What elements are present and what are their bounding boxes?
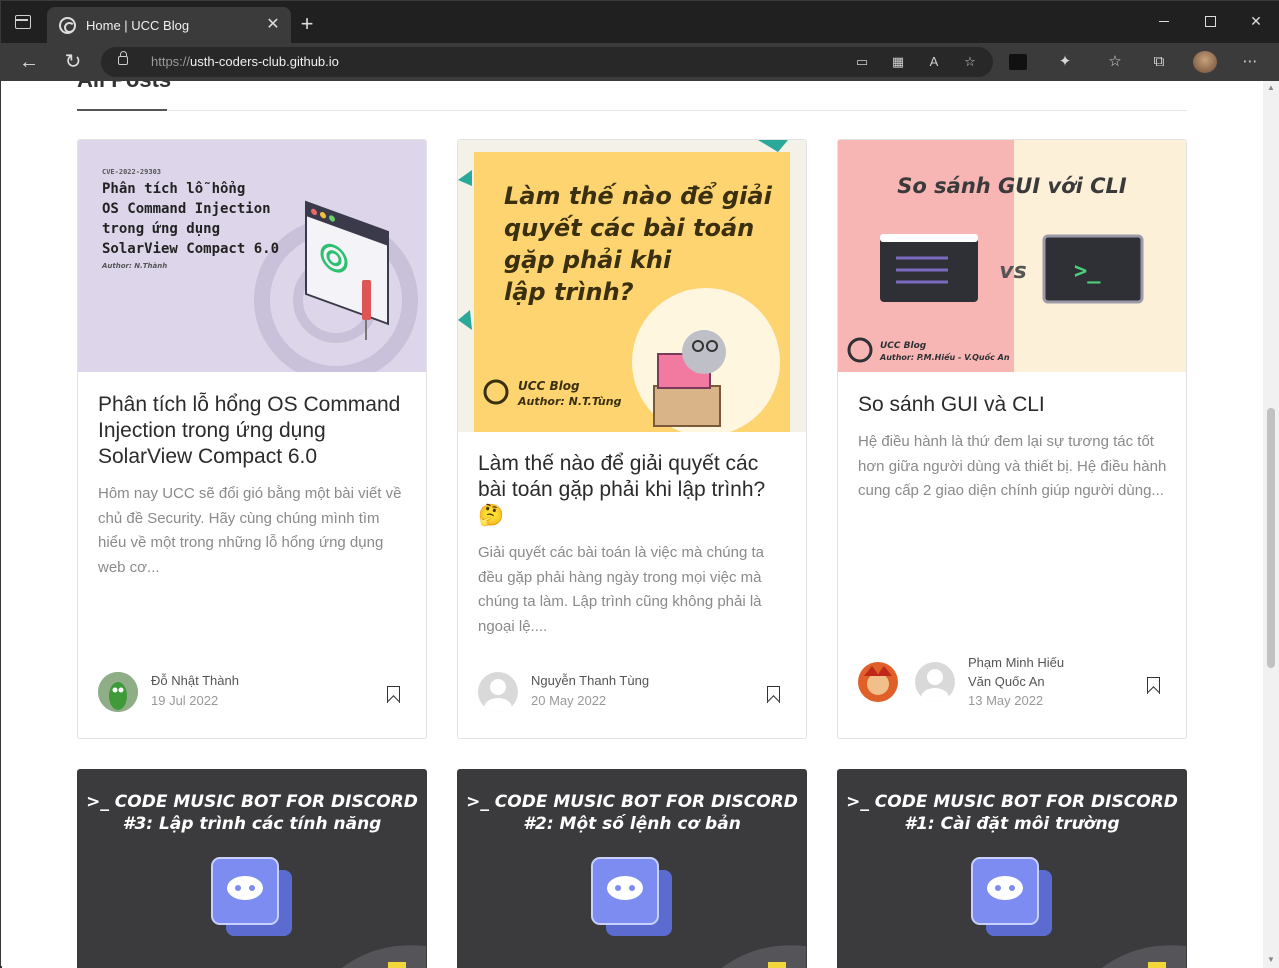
thumb-line: lập trình?	[504, 278, 634, 306]
thumb-heading: So sánh GUI với CLI	[897, 174, 1127, 198]
url-text[interactable]: https://usth-coders-club.github.io	[151, 54, 339, 69]
thumb-line: #3: Lập trình các tính năng	[122, 814, 382, 834]
post-title[interactable]: So sánh GUI và CLI	[858, 392, 1168, 418]
extension-icon[interactable]	[1009, 54, 1027, 70]
post-card[interactable]: Làm thế nào để giải quyết các bài toán g…	[457, 139, 807, 739]
post-card[interactable]: >_ CODE MUSIC BOT FOR DISCORD #1: Cài đặ…	[837, 769, 1187, 968]
post-thumbnail[interactable]: So sánh GUI với CLI vs >_ UCC Blog Autho…	[838, 140, 1186, 372]
author-avatar[interactable]	[915, 662, 955, 702]
thumb-author: Author: N.Thành	[101, 262, 167, 270]
maximize-button[interactable]	[1187, 9, 1233, 35]
page-scrollbar[interactable]: ▲ ▼	[1263, 81, 1279, 968]
discord-logo-icon	[591, 857, 806, 968]
bookmark-icon[interactable]	[767, 686, 780, 703]
thumb-brand: UCC Blog	[518, 379, 580, 393]
thumb-line: trong ứng dụng	[102, 221, 220, 237]
minimize-button[interactable]	[1141, 9, 1187, 35]
thumb-line: #1: Cài đặt môi trường	[904, 814, 1120, 834]
post-date: 13 May 2022	[968, 693, 1044, 708]
back-arrow-icon[interactable]: ←	[15, 49, 43, 75]
more-menu-icon[interactable]: ⋯	[1238, 51, 1262, 73]
extensions-puzzle-icon[interactable]: ✦	[1053, 51, 1077, 73]
refresh-icon[interactable]: ↻	[59, 49, 87, 75]
thumb-line: >_ CODE MUSIC BOT FOR DISCORD	[846, 792, 1178, 812]
author-name[interactable]: Đỗ Nhật Thành	[151, 673, 239, 688]
thumb-author: Author: N.T.Tùng	[517, 395, 622, 408]
lock-icon[interactable]	[118, 51, 128, 65]
scroll-up-icon[interactable]: ▲	[1267, 83, 1275, 92]
post-thumbnail[interactable]: CVE-2022-29303 Phân tích lỗ hổng OS Comm…	[78, 140, 426, 372]
bookmark-icon[interactable]	[1147, 677, 1160, 694]
tab-strip: Home | UCC Blog ✕ + ✕	[1, 1, 1279, 43]
scroll-down-icon[interactable]: ▼	[1267, 955, 1275, 964]
author-avatar[interactable]	[98, 672, 138, 712]
device-icon[interactable]: ▭	[853, 54, 871, 70]
post-excerpt: Hôm nay UCC sẽ đổi gió bằng một bài viết…	[98, 485, 402, 576]
collections-icon[interactable]: ⧉	[1147, 51, 1171, 73]
address-bar[interactable]: https://usth-coders-club.github.io ▭ ▦ A…	[101, 47, 993, 77]
add-favorite-icon[interactable]: ☆	[961, 54, 979, 70]
thumb-line: OS Command Injection	[102, 201, 271, 217]
discord-logo-icon	[211, 857, 426, 968]
thumb-line: Làm thế nào để giải	[504, 180, 773, 210]
thumb-cve: CVE-2022-29303	[102, 168, 161, 176]
thumb-line: quyết các bài toán	[504, 213, 754, 242]
thumb-line: >_ CODE MUSIC BOT FOR DISCORD	[86, 792, 418, 812]
thumb-vs: vs	[999, 259, 1026, 284]
author-avatar[interactable]	[858, 662, 898, 702]
close-window-button[interactable]: ✕	[1233, 9, 1279, 35]
post-excerpt: Hệ điều hành là thứ đem lại sự tương tác…	[858, 433, 1167, 499]
discord-logo-icon	[971, 857, 1186, 968]
tab-actions-icon[interactable]	[15, 15, 31, 29]
ucc-favicon-icon	[59, 17, 76, 34]
profile-avatar[interactable]	[1193, 51, 1217, 73]
author-avatar[interactable]	[478, 672, 518, 712]
apps-icon[interactable]: ▦	[889, 54, 907, 70]
author-name[interactable]: Nguyễn Thanh Tùng	[531, 673, 649, 688]
post-date: 20 May 2022	[531, 693, 607, 708]
post-excerpt: Giải quyết các bài toán là việc mà chúng…	[478, 544, 764, 635]
thumb-line: Phân tích lỗ hổng	[102, 181, 245, 197]
post-title[interactable]: Phân tích lỗ hổng OS Command Injection t…	[98, 392, 408, 470]
browser-toolbar: ← ↻ https://usth-coders-club.github.io ▭…	[1, 43, 1279, 81]
thumb-line: gặp phải khi	[504, 246, 672, 274]
thumb-line: >_ CODE MUSIC BOT FOR DISCORD	[466, 792, 798, 812]
thumb-prompt: >_	[1074, 259, 1101, 284]
author-name[interactable]: Phạm Minh Hiếu	[968, 655, 1064, 670]
section-title: All Posts	[77, 81, 171, 93]
read-aloud-icon[interactable]: A	[925, 54, 943, 70]
close-tab-icon[interactable]: ✕	[263, 15, 283, 35]
thumb-brand: UCC Blog	[880, 341, 927, 351]
thumb-line: SolarView Compact 6.0	[102, 241, 279, 257]
post-thumbnail[interactable]: Làm thế nào để giải quyết các bài toán g…	[458, 140, 806, 432]
scrollbar-thumb[interactable]	[1267, 408, 1275, 668]
tab-home[interactable]: Home | UCC Blog ✕	[47, 7, 291, 43]
section-divider-accent	[77, 109, 167, 111]
post-card[interactable]: So sánh GUI với CLI vs >_ UCC Blog Autho…	[837, 139, 1187, 739]
favorites-icon[interactable]: ☆	[1103, 51, 1127, 73]
author-name[interactable]: Văn Quốc An	[968, 674, 1045, 689]
browser-window: Home | UCC Blog ✕ + ✕ ← ↻ https://usth-c…	[0, 0, 1279, 968]
page-content: All Posts C	[2, 81, 1263, 968]
post-card[interactable]: >_ CODE MUSIC BOT FOR DISCORD #3: Lập tr…	[77, 769, 427, 968]
thumb-author: Author: P.M.Hiếu - V.Quốc An	[879, 352, 1010, 362]
section-divider	[77, 110, 1187, 111]
post-title[interactable]: Làm thế nào để giải quyết các bài toán g…	[478, 451, 788, 529]
tab-title: Home | UCC Blog	[86, 18, 190, 33]
new-tab-button[interactable]: +	[293, 13, 321, 37]
thumb-line: #2: Một số lệnh cơ bản	[523, 814, 741, 834]
post-date: 19 Jul 2022	[151, 693, 219, 708]
post-card[interactable]: CVE-2022-29303 Phân tích lỗ hổng OS Comm…	[77, 139, 427, 739]
bookmark-icon[interactable]	[387, 686, 400, 703]
post-card[interactable]: >_ CODE MUSIC BOT FOR DISCORD #2: Một số…	[457, 769, 807, 968]
